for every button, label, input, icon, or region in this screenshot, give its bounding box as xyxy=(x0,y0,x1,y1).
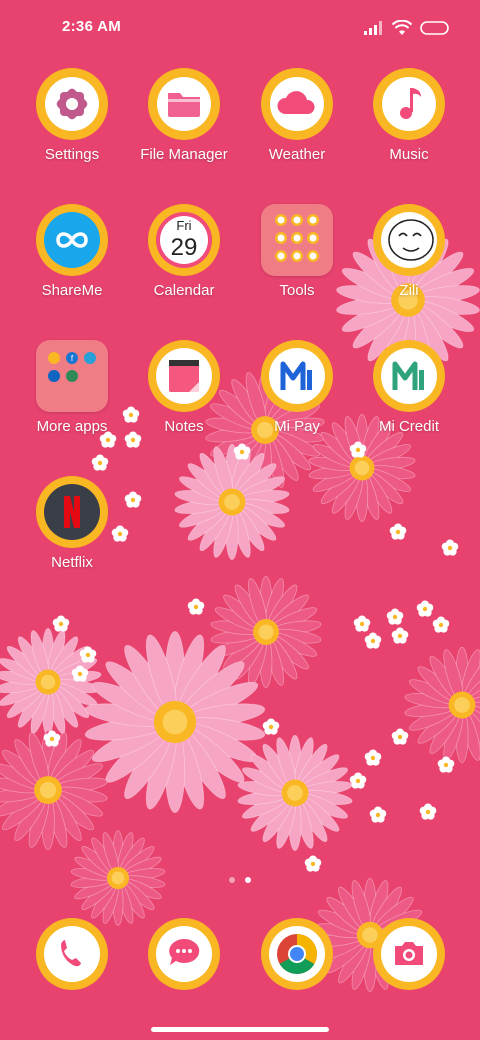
mi-pay-icon xyxy=(261,340,333,412)
phone-icon xyxy=(36,918,108,990)
app-more-apps[interactable]: f More apps xyxy=(12,340,132,470)
mi-credit-icon xyxy=(373,340,445,412)
folder-icon xyxy=(148,68,220,140)
dock-chrome[interactable] xyxy=(237,918,357,998)
camera-icon xyxy=(373,918,445,990)
status-time: 2:36 AM xyxy=(62,18,122,35)
zili-face-icon xyxy=(373,204,445,276)
netflix-icon xyxy=(36,476,108,548)
app-label-shareme: ShareMe xyxy=(41,282,103,299)
messages-icon xyxy=(148,918,220,990)
signal-icon xyxy=(364,21,382,35)
music-note-icon xyxy=(373,68,445,140)
tools-folder-icon xyxy=(261,204,333,276)
notes-icon xyxy=(148,340,220,412)
app-label-mi-pay: Mi Pay xyxy=(274,418,320,435)
app-label-tools: Tools xyxy=(279,282,315,299)
app-label-music: Music xyxy=(389,146,429,163)
app-label-weather: Weather xyxy=(268,146,326,163)
app-label-settings: Settings xyxy=(44,146,100,163)
dock-messages[interactable] xyxy=(124,918,244,998)
app-music[interactable]: Music xyxy=(349,68,469,198)
app-notes[interactable]: Notes xyxy=(124,340,244,470)
calendar-day: Fri xyxy=(176,218,192,233)
app-calendar[interactable]: Fri 29 Calendar xyxy=(124,204,244,334)
app-label-netflix: Netflix xyxy=(51,554,93,571)
app-label-zili: Zili xyxy=(399,282,419,299)
infinity-icon xyxy=(36,204,108,276)
app-label-mi-credit: Mi Credit xyxy=(378,418,439,435)
settings-icon xyxy=(36,68,108,140)
page-indicator[interactable] xyxy=(0,877,480,887)
page-dot-1[interactable] xyxy=(229,877,235,883)
battery-icon xyxy=(420,21,449,35)
calendar-date: 29 xyxy=(170,234,198,261)
app-label-notes: Notes xyxy=(164,418,204,435)
app-netflix[interactable]: Netflix xyxy=(12,476,132,606)
app-label-more-apps: More apps xyxy=(36,418,108,435)
status-icons xyxy=(364,18,450,38)
app-label-calendar: Calendar xyxy=(153,282,215,299)
app-settings[interactable]: Settings xyxy=(12,68,132,198)
status-bar: 2:36 AM xyxy=(0,0,480,56)
app-zili[interactable]: Zili xyxy=(349,204,469,334)
cloud-icon xyxy=(261,68,333,140)
dock-phone[interactable] xyxy=(12,918,132,998)
app-label-file-manager: File Manager xyxy=(140,146,228,163)
wifi-icon xyxy=(392,20,412,35)
more-apps-folder-icon: f xyxy=(36,340,108,412)
app-shareme[interactable]: ShareMe xyxy=(12,204,132,334)
chrome-icon xyxy=(261,918,333,990)
app-weather[interactable]: Weather xyxy=(237,68,357,198)
app-mi-pay[interactable]: Mi Pay xyxy=(237,340,357,470)
app-file-manager[interactable]: File Manager xyxy=(124,68,244,198)
dock-camera[interactable] xyxy=(349,918,469,998)
page-dot-2[interactable] xyxy=(245,877,251,883)
app-mi-credit[interactable]: Mi Credit xyxy=(349,340,469,470)
app-tools[interactable]: Tools xyxy=(237,204,357,334)
home-indicator[interactable] xyxy=(151,1027,329,1032)
